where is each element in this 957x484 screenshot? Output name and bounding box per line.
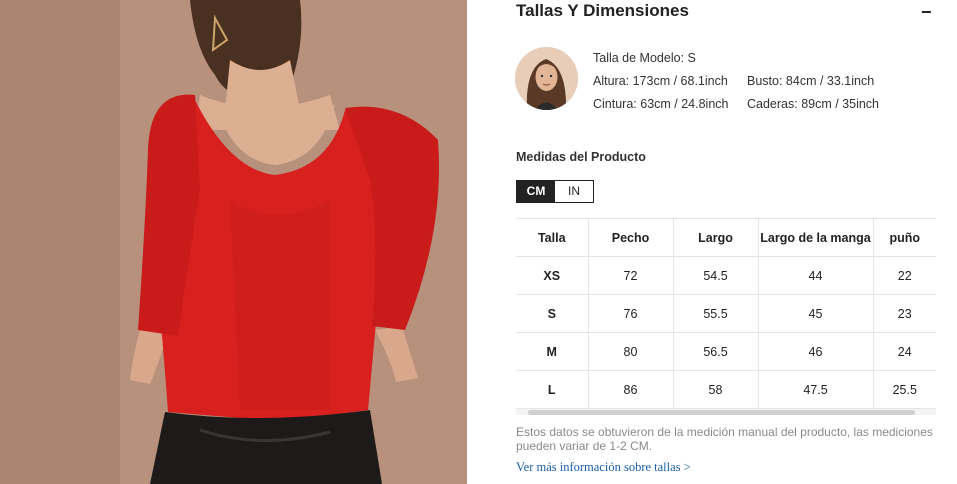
cell-cuff: 23 bbox=[872, 294, 936, 333]
header-sleeve-length: Largo de la manga bbox=[757, 218, 874, 257]
unit-toggle: CM IN bbox=[516, 180, 594, 203]
table-header-row: Talla Pecho Largo Largo de la manga puño bbox=[516, 218, 936, 257]
measurements-title: Medidas del Producto bbox=[516, 150, 646, 164]
table-row: L 86 58 47.5 25.5 bbox=[516, 370, 936, 409]
size-info-link[interactable]: Ver más información sobre tallas > bbox=[516, 460, 691, 475]
cell-chest: 72 bbox=[587, 256, 674, 295]
cell-length: 58 bbox=[672, 370, 759, 409]
cell-cuff: 24 bbox=[872, 332, 936, 371]
model-info: Talla de Modelo: S Altura: 173cm / 68.1i… bbox=[593, 47, 879, 116]
cell-chest: 86 bbox=[587, 370, 674, 409]
model-avatar bbox=[515, 47, 578, 110]
cell-size: L bbox=[516, 370, 589, 409]
table-scrollbar[interactable] bbox=[516, 409, 936, 415]
cell-chest: 80 bbox=[587, 332, 674, 371]
cell-sleeve-length: 47.5 bbox=[757, 370, 874, 409]
model-back-view-image bbox=[0, 0, 467, 484]
model-size: Talla de Modelo: S bbox=[593, 51, 696, 65]
cell-length: 55.5 bbox=[672, 294, 759, 333]
cell-sleeve-length: 45 bbox=[757, 294, 874, 333]
header-size: Talla bbox=[516, 218, 589, 257]
size-table: Talla Pecho Largo Largo de la manga puño… bbox=[516, 218, 936, 409]
model-bust: Busto: 84cm / 33.1inch bbox=[747, 74, 875, 88]
table-row: XS 72 54.5 44 22 bbox=[516, 256, 936, 295]
model-hips: Caderas: 89cm / 35inch bbox=[747, 97, 880, 111]
cell-size: M bbox=[516, 332, 589, 371]
cell-length: 54.5 bbox=[672, 256, 759, 295]
unit-cm-button[interactable]: CM bbox=[517, 181, 555, 202]
measurement-note: Estos datos se obtuvieron de la medición… bbox=[516, 425, 933, 453]
cell-cuff: 22 bbox=[872, 256, 936, 295]
cell-cuff: 25.5 bbox=[872, 370, 936, 409]
cell-chest: 76 bbox=[587, 294, 674, 333]
cell-sleeve-length: 44 bbox=[757, 256, 874, 295]
section-title: Tallas Y Dimensiones bbox=[516, 1, 689, 20]
size-panel: Tallas Y Dimensiones − Talla de Modelo: … bbox=[467, 0, 957, 484]
model-waist: Cintura: 63cm / 24.8inch bbox=[593, 97, 729, 111]
header-length: Largo bbox=[672, 218, 759, 257]
cell-size: XS bbox=[516, 256, 589, 295]
header-cuff: puño bbox=[872, 218, 936, 257]
table-row: S 76 55.5 45 23 bbox=[516, 294, 936, 333]
cell-size: S bbox=[516, 294, 589, 333]
table-row: M 80 56.5 46 24 bbox=[516, 332, 936, 371]
unit-in-button[interactable]: IN bbox=[555, 181, 593, 202]
cell-length: 56.5 bbox=[672, 332, 759, 371]
scrollbar-thumb[interactable] bbox=[528, 410, 915, 415]
model-height: Altura: 173cm / 68.1inch bbox=[593, 74, 728, 88]
product-photo[interactable] bbox=[0, 0, 467, 484]
cell-sleeve-length: 46 bbox=[757, 332, 874, 371]
header-chest: Pecho bbox=[587, 218, 674, 257]
collapse-icon[interactable]: − bbox=[921, 2, 932, 23]
